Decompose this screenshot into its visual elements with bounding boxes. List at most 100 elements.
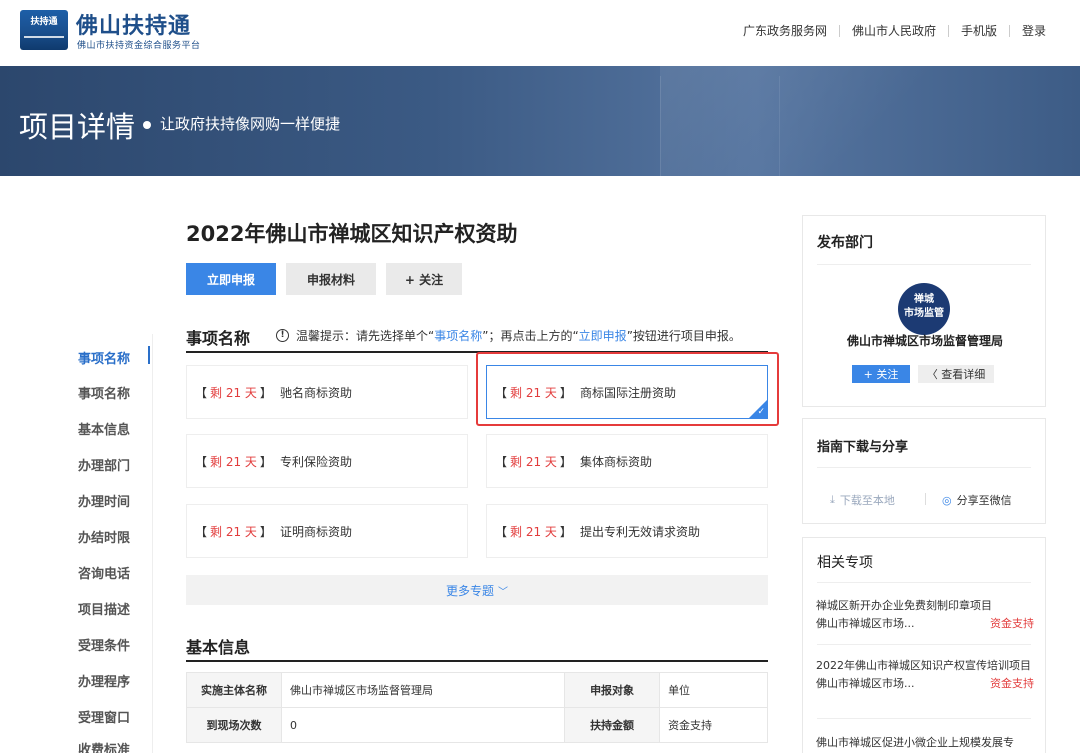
item-card[interactable]: 【 剩 21 天 】 证明商标资助 xyxy=(186,504,468,558)
anchor-item[interactable]: 办理时间 xyxy=(78,491,148,510)
item-card[interactable]: 【 剩 21 天 】 集体商标资助 xyxy=(486,434,768,488)
page-banner: 项目详情 让政府扶持像网购一样便捷 xyxy=(0,66,1080,176)
nav-login[interactable]: 登录 xyxy=(1022,22,1046,39)
share-divider xyxy=(925,493,926,505)
section-title-items: 事项名称 xyxy=(186,329,251,348)
apply-button[interactable]: 立即申报 xyxy=(186,263,276,295)
guide-panel-title: 指南下载与分享 xyxy=(817,440,909,455)
banner-subtitle: 让政府扶持像网购一样便捷 xyxy=(160,115,341,133)
anchor-item[interactable]: 办结时限 xyxy=(78,527,148,546)
related-item-title: 禅城区新开办企业免费刻制印章项目 xyxy=(816,599,992,612)
table-key: 实施主体名称 xyxy=(186,672,282,708)
table-row: 实施主体名称 佛山市禅城区市场监督管理局 申报对象 单位 xyxy=(186,672,768,708)
anchor-item[interactable]: 受理窗口 xyxy=(78,707,148,726)
item-name: 驰名商标资助 xyxy=(279,385,352,400)
follow-button[interactable]: + 关注 xyxy=(386,263,462,295)
days-remaining: 剩 21 天 xyxy=(510,524,557,539)
banner-decor xyxy=(660,76,780,176)
nav-foshan-gov[interactable]: 佛山市人民政府 xyxy=(852,22,936,39)
bracket: 【 xyxy=(195,454,208,469)
panel-divider xyxy=(817,264,1031,265)
dept-name: 佛山市禅城区市场监督管理局 xyxy=(846,334,1003,348)
chevron-down-icon: ﹀ xyxy=(498,586,508,598)
tip-suffix: ”按钮进行项目申报。 xyxy=(626,329,741,343)
item-card[interactable]: 【 剩 21 天 】 提出专利无效请求资助 xyxy=(486,504,768,558)
check-icon: ✓ xyxy=(757,407,765,417)
panel-divider xyxy=(817,582,1031,583)
dept-follow-button[interactable]: + 关注 xyxy=(852,365,910,383)
bracket: 【 xyxy=(495,454,508,469)
section-divider xyxy=(186,660,768,662)
download-button[interactable]: ⤓ 下载至本地 xyxy=(830,492,895,508)
nav-divider xyxy=(947,24,949,37)
skyline-icon xyxy=(24,36,64,46)
item-name: 商标国际注册资助 xyxy=(579,385,676,400)
dept-logo: 禅城 市场监管 xyxy=(898,283,950,335)
tip-prefix: 温馨提示：请先选择单个“ xyxy=(296,329,435,343)
anchor-nav-line xyxy=(152,334,153,753)
days-remaining: 剩 21 天 xyxy=(210,385,257,400)
item-card[interactable]: 【 剩 21 天 】 驰名商标资助 xyxy=(186,365,468,419)
related-item-tag: 资金支持 xyxy=(990,617,1034,630)
bracket: 【 xyxy=(195,524,208,539)
anchor-item[interactable]: 事项名称 xyxy=(78,383,148,402)
bullet-icon xyxy=(143,121,151,129)
anchor-item[interactable]: 受理条件 xyxy=(78,635,148,654)
item-name: 专利保险资助 xyxy=(279,454,352,469)
share-wechat-button[interactable]: ◎ 分享至微信 xyxy=(942,492,1012,508)
download-icon: ⤓ xyxy=(830,493,835,506)
anchor-item[interactable]: 收费标准 xyxy=(78,739,148,753)
days-remaining: 剩 21 天 xyxy=(210,524,257,539)
related-item-tag: 资金支持 xyxy=(990,677,1034,690)
table-key: 到现场次数 xyxy=(186,707,282,743)
related-panel-title: 相关专项 xyxy=(817,555,873,571)
more-topics-button[interactable]: 更多专题 ﹀ xyxy=(186,575,768,605)
item-card-selected[interactable]: 【 剩 21 天 】 商标国际注册资助 ✓ xyxy=(486,365,768,419)
section-divider xyxy=(186,351,768,353)
related-item[interactable]: 禅城区新开办企业免费刻制印章项目 佛山市禅城区市场... 资金支持 xyxy=(816,599,1034,631)
bracket: 】 xyxy=(259,524,272,539)
panel-divider xyxy=(817,644,1031,645)
tip-link-items: 事项名称 xyxy=(434,329,483,343)
anchor-item[interactable]: 咨询电话 xyxy=(78,563,148,582)
nav-divider xyxy=(1008,24,1010,37)
anchor-item[interactable]: 事项名称 xyxy=(78,348,148,367)
table-row: 到现场次数 0 扶持金额 资金支持 xyxy=(186,707,768,743)
more-topics-label: 更多专题 xyxy=(445,583,494,598)
dept-detail-button[interactable]: 〈 查看详细 xyxy=(918,365,994,383)
table-value: 资金支持 xyxy=(659,707,768,743)
item-card[interactable]: 【 剩 21 天 】 专利保险资助 xyxy=(186,434,468,488)
section-title-basic: 基本信息 xyxy=(186,638,251,657)
related-item-title: 佛山市禅城区促进小微企业上规模发展专 xyxy=(816,736,1014,749)
anchor-item[interactable]: 项目描述 xyxy=(78,599,148,618)
nav-divider xyxy=(838,24,840,37)
table-value: 0 xyxy=(280,707,566,743)
guide-panel: 指南下载与分享 xyxy=(802,418,1046,524)
bracket: 】 xyxy=(259,385,272,400)
bracket: 】 xyxy=(259,454,272,469)
related-item-dept: 佛山市禅城区市场... xyxy=(816,677,915,690)
anchor-item[interactable]: 办理程序 xyxy=(78,671,148,690)
logo-text: 扶持通 xyxy=(30,17,58,27)
nav-gd-gov-service[interactable]: 广东政务服务网 xyxy=(743,22,827,39)
warning-icon: ! xyxy=(276,329,289,342)
bracket: 】 xyxy=(559,454,572,469)
site-title[interactable]: 佛山扶持通 xyxy=(76,8,191,40)
anchor-item[interactable]: 办理部门 xyxy=(78,455,148,474)
bracket: 【 xyxy=(495,524,508,539)
wechat-icon: ◎ xyxy=(942,493,952,507)
item-name: 提出专利无效请求资助 xyxy=(579,524,700,539)
related-item[interactable]: 佛山市禅城区促进小微企业上规模发展专 xyxy=(816,736,1034,750)
item-name: 证明商标资助 xyxy=(279,524,352,539)
related-item[interactable]: 2022年佛山市禅城区知识产权宣传培训项目 佛山市禅城区市场... 资金支持 xyxy=(816,659,1034,691)
site-logo[interactable]: 扶持通 xyxy=(20,10,68,50)
nav-mobile[interactable]: 手机版 xyxy=(961,22,997,39)
item-name: 集体商标资助 xyxy=(579,454,652,469)
panel-divider xyxy=(817,467,1031,468)
dept-logo-line: 禅城 xyxy=(914,294,934,305)
dept-logo-line: 市场监管 xyxy=(904,308,944,319)
bracket: 】 xyxy=(559,385,572,400)
materials-button[interactable]: 申报材料 xyxy=(286,263,376,295)
anchor-item[interactable]: 基本信息 xyxy=(78,419,148,438)
site-header: 扶持通 佛山扶持通 佛山市扶持资金综合服务平台 广东政务服务网 佛山市人民政府 … xyxy=(0,0,1080,66)
